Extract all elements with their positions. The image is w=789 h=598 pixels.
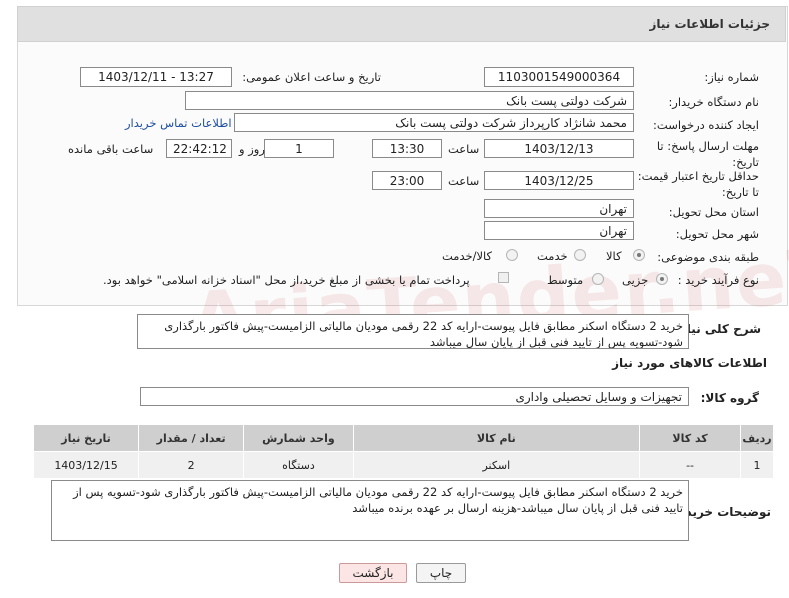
- process-label: نوع فرآیند خرید :: [677, 273, 759, 287]
- cell-item-code: --: [639, 451, 742, 479]
- process-radio-minor[interactable]: [656, 273, 668, 285]
- buyer-notes-textarea[interactable]: خرید 2 دستگاه اسکنر مطابق فایل پیوست-ارا…: [51, 480, 689, 541]
- buyer-contact-link[interactable]: اطلاعات تماس خریدار: [125, 116, 232, 130]
- goods-group-label: گروه کالا:: [700, 391, 759, 405]
- payment-note: پرداخت تمام یا بخشی از مبلغ خرید،از محل …: [103, 273, 470, 287]
- category-option-service: خدمت: [537, 249, 568, 263]
- panel-header: جزئیات اطلاعات نیاز: [17, 6, 786, 42]
- days-label: روز و: [239, 142, 265, 156]
- buyer-field[interactable]: شرکت دولتی پست بانک: [185, 91, 634, 110]
- process-radio-medium[interactable]: [592, 273, 604, 285]
- col-quantity: تعداد / مقدار: [138, 424, 245, 452]
- col-item-name: نام کالا: [352, 424, 641, 452]
- city-label: شهر محل تحویل:: [675, 227, 759, 241]
- deadline-time-label: ساعت: [448, 142, 480, 156]
- process-option-minor: جزیی: [622, 273, 649, 287]
- days-field[interactable]: 1: [264, 139, 334, 158]
- print-button[interactable]: چاپ: [416, 563, 466, 583]
- category-label: طبقه بندی موضوعی:: [657, 250, 759, 264]
- deadline-label: مهلت ارسال پاسخ: تا تاریخ:: [656, 139, 759, 169]
- table-row[interactable]: 1 -- اسکنر دستگاه 2 1403/12/15: [32, 451, 774, 479]
- back-button[interactable]: بازگشت: [339, 563, 407, 583]
- process-option-medium: متوسط: [547, 273, 584, 287]
- col-item-code: کد کالا: [639, 424, 742, 452]
- summary-textarea[interactable]: خرید 2 دستگاه اسکنر مطابق فایل پیوست-ارا…: [137, 314, 689, 349]
- announce-field[interactable]: 1403/12/11 - 13:27: [80, 67, 232, 87]
- col-row-number: ردیف: [740, 424, 774, 452]
- table-header-row: ردیف کد کالا نام کالا واحد شمارش تعداد /…: [32, 424, 774, 452]
- col-need-date: تاریخ نیاز: [32, 424, 140, 452]
- cell-item-name: اسکنر: [352, 451, 641, 479]
- goods-group-field[interactable]: تجهیزات و وسایل تحصیلی واداری: [140, 387, 689, 406]
- buyer-label: نام دستگاه خریدار:: [668, 95, 759, 109]
- validity-label: حداقل تاریخ اعتبار قیمت: تا تاریخ:: [637, 169, 759, 199]
- province-label: استان محل تحویل:: [668, 205, 759, 219]
- category-radio-goods[interactable]: [633, 249, 645, 261]
- page-title: جزئیات اطلاعات نیاز: [649, 17, 770, 31]
- category-radio-both[interactable]: [506, 249, 518, 261]
- category-option-goods: کالا: [606, 249, 622, 263]
- cell-unit: دستگاه: [243, 451, 354, 479]
- cell-quantity: 2: [138, 451, 245, 479]
- deadline-date-field[interactable]: 1403/12/13: [484, 139, 634, 158]
- remaining-time-field[interactable]: 22:42:12: [166, 139, 232, 158]
- validity-time-field[interactable]: 23:00: [372, 171, 442, 190]
- announce-label: تاریخ و ساعت اعلان عمومی:: [242, 70, 381, 84]
- need-number-label: شماره نیاز:: [704, 70, 759, 84]
- remaining-label: ساعت باقی مانده: [68, 142, 154, 156]
- category-radio-service[interactable]: [574, 249, 586, 261]
- goods-section-title: اطلاعات کالاهای مورد نیاز: [612, 356, 767, 370]
- validity-date-field[interactable]: 1403/12/25: [484, 171, 634, 190]
- col-unit: واحد شمارش: [243, 424, 354, 452]
- goods-table: ردیف کد کالا نام کالا واحد شمارش تعداد /…: [32, 424, 774, 479]
- category-option-both: کالا/خدمت: [442, 249, 493, 263]
- cell-row-number: 1: [740, 451, 774, 479]
- treasury-checkbox[interactable]: [498, 272, 509, 283]
- need-number-field[interactable]: 1103001549000364: [484, 67, 634, 87]
- creator-field[interactable]: محمد شانژاد کارپرداز شرکت دولتی پست بانک: [234, 113, 634, 132]
- deadline-time-field[interactable]: 13:30: [372, 139, 442, 158]
- creator-label: ایجاد کننده درخواست:: [653, 118, 759, 132]
- province-field[interactable]: تهران: [484, 199, 634, 218]
- cell-need-date: 1403/12/15: [32, 451, 140, 479]
- validity-time-label: ساعت: [448, 174, 480, 188]
- city-field[interactable]: تهران: [484, 221, 634, 240]
